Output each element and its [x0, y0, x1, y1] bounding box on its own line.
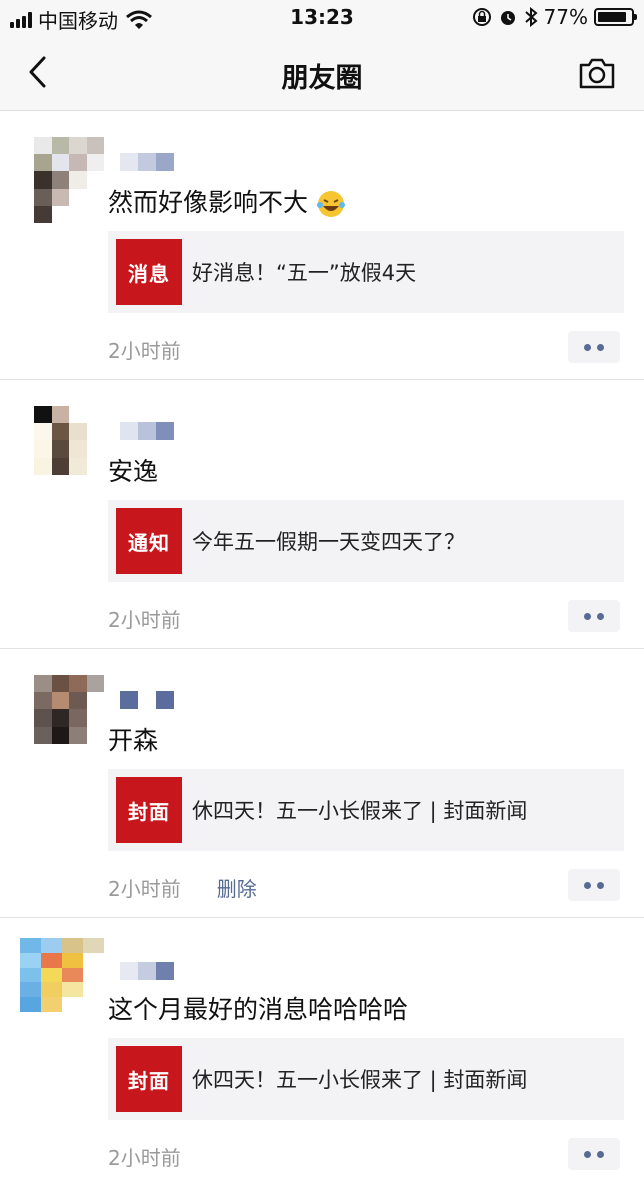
post-text: 安逸 [108, 452, 158, 488]
bluetooth-icon [524, 7, 538, 27]
status-right: 77% [472, 5, 637, 29]
page-title: 朋友圈 [281, 63, 363, 94]
status-bar: 中国移动 13:23 77% [0, 0, 644, 36]
more-actions-button[interactable] [568, 869, 620, 901]
link-title: 今年五一假期一天变四天了？ [192, 530, 465, 554]
shared-link-card[interactable]: 封面 休四天！五一小长假来了 | 封面新闻 [108, 1038, 624, 1120]
avatar[interactable] [34, 406, 104, 492]
link-thumbnail: 通知 [116, 508, 182, 574]
delete-link[interactable]: 删除 [217, 873, 257, 902]
shared-link-card[interactable]: 封面 休四天！五一小长假来了 | 封面新闻 [108, 769, 624, 851]
post-text: 然而好像影响不大 [108, 183, 346, 219]
post-text: 这个月最好的消息哈哈哈哈 [108, 990, 408, 1026]
moment-post: 这个月最好的消息哈哈哈哈 封面 休四天！五一小长假来了 | 封面新闻 2小时前 [0, 918, 644, 1186]
moment-post: 安逸 通知 今年五一假期一天变四天了？ 2小时前 [0, 380, 644, 649]
post-meta: 2小时前 [108, 1142, 181, 1171]
link-thumbnail: 封面 [116, 1046, 182, 1112]
post-time: 2小时前 [108, 877, 181, 901]
username-blurred[interactable] [120, 962, 174, 980]
more-actions-button[interactable] [568, 1138, 620, 1170]
moments-feed: 然而好像影响不大 消息 好消息！“五一”放假4天 2小时前 安逸 通知 今年五一… [0, 111, 644, 1186]
post-meta: 2小时前 [108, 604, 181, 633]
link-thumbnail: 消息 [116, 239, 182, 305]
battery-percent: 77% [543, 5, 588, 29]
avatar[interactable] [34, 675, 104, 761]
post-time: 2小时前 [108, 1146, 181, 1170]
laughing-tears-emoji-icon [316, 191, 345, 217]
camera-icon[interactable] [578, 56, 616, 90]
rotation-lock-icon [472, 8, 491, 26]
alarm-icon [500, 11, 515, 25]
battery-icon [594, 8, 637, 26]
link-title: 休四天！五一小长假来了 | 封面新闻 [192, 1068, 528, 1092]
post-time: 2小时前 [108, 608, 181, 632]
avatar[interactable] [20, 938, 104, 1012]
post-text-content: 然而好像影响不大 [108, 188, 309, 217]
nav-bar: 朋友圈 [0, 36, 644, 111]
more-actions-button[interactable] [568, 331, 620, 363]
username-blurred[interactable] [120, 153, 174, 171]
username-blurred[interactable] [120, 691, 174, 709]
avatar[interactable] [34, 137, 104, 223]
moment-post: 开森 封面 休四天！五一小长假来了 | 封面新闻 2小时前 删除 [0, 649, 644, 918]
post-text-content: 安逸 [108, 457, 159, 486]
username-blurred[interactable] [120, 422, 174, 440]
moment-post: 然而好像影响不大 消息 好消息！“五一”放假4天 2小时前 [0, 111, 644, 380]
post-meta: 2小时前 删除 [108, 873, 257, 902]
post-text-content: 这个月最好的消息哈哈哈哈 [108, 995, 409, 1024]
shared-link-card[interactable]: 通知 今年五一假期一天变四天了？ [108, 500, 624, 582]
post-meta: 2小时前 [108, 335, 181, 364]
link-title: 休四天！五一小长假来了 | 封面新闻 [192, 799, 528, 823]
shared-link-card[interactable]: 消息 好消息！“五一”放假4天 [108, 231, 624, 313]
post-text-content: 开森 [108, 726, 159, 755]
more-actions-button[interactable] [568, 600, 620, 632]
link-title: 好消息！“五一”放假4天 [192, 261, 417, 285]
post-text: 开森 [108, 721, 158, 757]
post-time: 2小时前 [108, 339, 181, 363]
link-thumbnail: 封面 [116, 777, 182, 843]
